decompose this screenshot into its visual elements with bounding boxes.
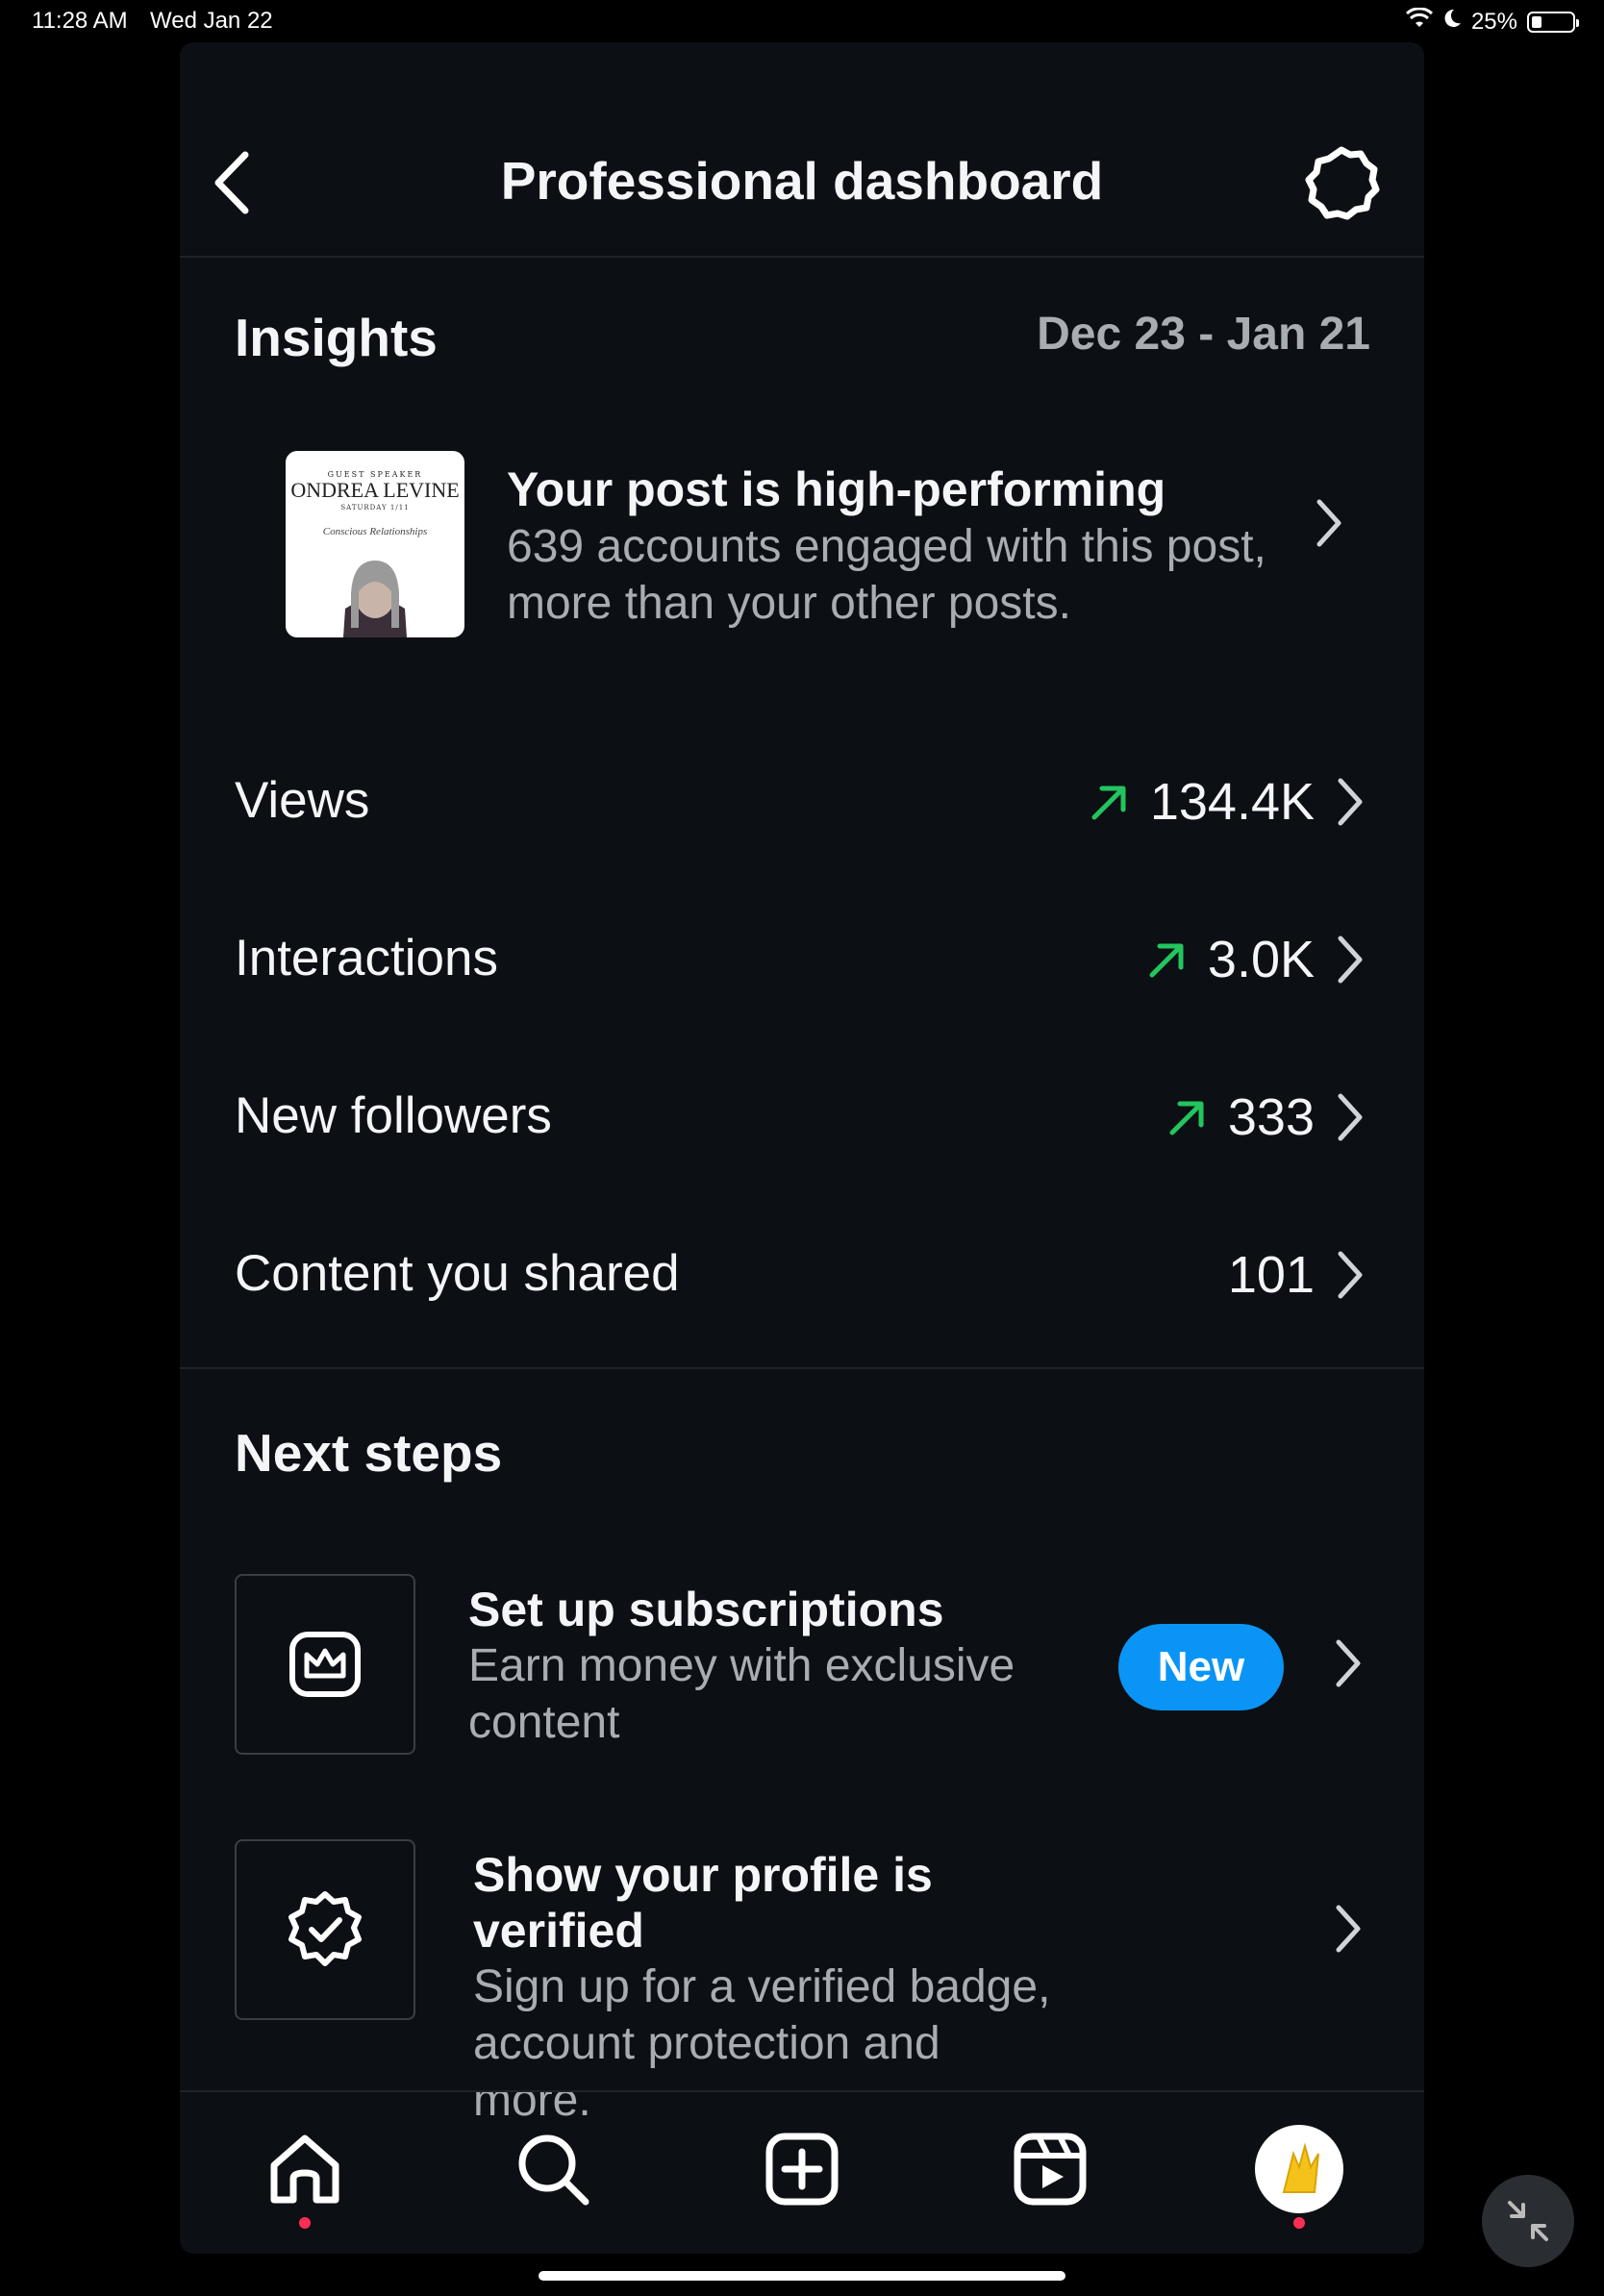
metric-label: Interactions — [235, 930, 498, 986]
nav-home[interactable] — [257, 2121, 353, 2217]
section-divider — [180, 1367, 1424, 1369]
profile-notification-dot — [1293, 2217, 1305, 2229]
nav-search[interactable] — [505, 2121, 601, 2217]
home-notification-dot — [299, 2217, 311, 2229]
status-bar: 11:28 AM Wed Jan 22 25% — [0, 0, 1604, 44]
settings-button[interactable] — [1297, 138, 1386, 227]
verified-badge-icon — [288, 1891, 362, 1966]
high-performing-description: 639 accounts engaged with this post, mor… — [507, 521, 1266, 629]
chevron-right-icon — [1336, 1905, 1361, 1953]
battery-icon — [1527, 11, 1579, 33]
page-title: Professional dashboard — [500, 151, 1104, 211]
status-date: Wed Jan 22 — [150, 8, 273, 34]
trend-up-icon — [1169, 1101, 1204, 1136]
subscription-crown-icon — [289, 1632, 361, 1697]
new-badge[interactable]: New — [1118, 1624, 1284, 1710]
chevron-right-icon — [1338, 1093, 1363, 1141]
verified-icon-box — [235, 1839, 415, 2020]
metric-value: 134.4K — [1149, 773, 1315, 831]
reels-icon — [1014, 2133, 1087, 2206]
status-indicators: 25% — [1405, 7, 1579, 36]
collapse-button[interactable] — [1482, 2175, 1574, 2267]
next-step-subscriptions[interactable]: Set up subscriptions Earn money with exc… — [180, 1574, 1424, 1766]
high-performing-title: Your post is high-performing — [507, 462, 1166, 516]
step-description: Earn money with exclusive content — [468, 1640, 1015, 1748]
step-title: Set up subscriptions — [468, 1583, 944, 1636]
battery-percent: 25% — [1470, 8, 1517, 35]
home-indicator[interactable] — [539, 2271, 1065, 2281]
metric-row-views[interactable]: Views 134.4K — [180, 744, 1424, 860]
metric-value: 333 — [1227, 1088, 1315, 1146]
next-step-verified[interactable]: Show your profile is verified Sign up fo… — [180, 1839, 1424, 2126]
step-title: Show your profile is verified — [473, 1848, 933, 1958]
nav-profile[interactable] — [1251, 2121, 1347, 2217]
thumb-script: Conscious Relationships — [322, 526, 428, 537]
metric-row-new-followers[interactable]: New followers 333 — [180, 1060, 1424, 1175]
date-range[interactable]: Dec 23 - Jan 21 — [1037, 308, 1370, 361]
metric-value: 101 — [1227, 1246, 1315, 1304]
thumb-name: ONDREA LEVINE — [290, 478, 460, 502]
metric-label: Content you shared — [235, 1245, 680, 1302]
insights-title: Insights — [235, 308, 438, 367]
bottom-navigation — [180, 2090, 1424, 2254]
trend-up-icon — [1149, 943, 1184, 978]
high-performing-text: Your post is high-performing 639 account… — [507, 451, 1305, 632]
subscription-icon-box — [235, 1574, 415, 1755]
header: Professional dashboard — [180, 42, 1424, 258]
nav-reels[interactable] — [1002, 2121, 1098, 2217]
speaker-photo — [343, 561, 407, 637]
moon-icon — [1442, 8, 1462, 36]
chevron-right-icon — [1336, 1639, 1361, 1687]
gear-icon — [1305, 146, 1380, 220]
next-steps-title: Next steps — [235, 1423, 503, 1483]
metric-row-content-shared[interactable]: Content you shared 101 — [180, 1217, 1424, 1333]
post-thumbnail: GUEST SPEAKER ONDREA LEVINE SATURDAY 1/1… — [286, 451, 464, 637]
chevron-right-icon — [1338, 778, 1363, 826]
chevron-right-icon — [1338, 936, 1363, 984]
high-performing-post-card[interactable]: GUEST SPEAKER ONDREA LEVINE SATURDAY 1/1… — [180, 451, 1424, 686]
thumb-date: SATURDAY 1/11 — [340, 504, 410, 512]
plus-square-icon — [765, 2133, 839, 2206]
metric-row-interactions[interactable]: Interactions 3.0K — [180, 902, 1424, 1017]
metric-value: 3.0K — [1207, 931, 1315, 988]
search-icon — [518, 2134, 589, 2206]
chevron-right-icon — [1316, 499, 1341, 547]
metric-label: New followers — [235, 1087, 552, 1144]
status-time: 11:28 AM — [32, 8, 128, 34]
chevron-right-icon — [1338, 1251, 1363, 1299]
collapse-arrows-icon — [1508, 2201, 1548, 2241]
avatar-image — [1282, 2142, 1319, 2193]
dashboard-panel: Professional dashboard Insights Dec 23 -… — [180, 42, 1424, 2254]
wifi-icon — [1405, 7, 1433, 36]
trend-up-icon — [1091, 786, 1126, 820]
home-icon — [270, 2134, 339, 2204]
metric-label: Views — [235, 772, 370, 829]
avatar — [1255, 2125, 1343, 2213]
nav-create[interactable] — [754, 2121, 850, 2217]
